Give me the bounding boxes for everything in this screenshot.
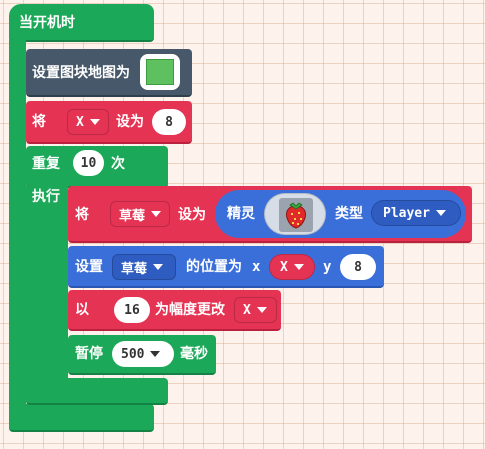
change-variable-block[interactable]: 以 16 为幅度更改 X [68, 290, 281, 331]
repeat-label: 重复 [32, 156, 60, 172]
pause-duration-dropdown[interactable]: 500 [112, 341, 174, 367]
strawberry-sprite-icon [286, 202, 306, 229]
sprite-variable-name: 草莓 [119, 208, 146, 224]
pause-duration-value: 500 [121, 346, 145, 362]
repeat-do-label: 执行 [32, 189, 60, 205]
sprite-label: 精灵 [227, 206, 255, 222]
repeat-suffix: 次 [111, 156, 125, 172]
set-variable-block[interactable]: 将 X 设为 8 [26, 101, 192, 144]
set-tilemap-label: 设置图块地图为 [32, 65, 130, 81]
workspace: 当开机时 设置图块地图为 将 X 设为 8 重复 10 次 执行 将 草莓 设为… [0, 0, 485, 449]
set-position-block[interactable]: 设置 草莓 的位置为 x X y 8 [68, 246, 384, 288]
set-variable-value[interactable]: 8 [152, 109, 186, 135]
set-sprite-prefix: 将 [75, 207, 89, 223]
chevron-down-icon [89, 119, 100, 125]
sprite-image-picker[interactable] [264, 193, 326, 235]
change-amount[interactable]: 16 [114, 297, 150, 323]
repeat-count[interactable]: 10 [73, 150, 104, 176]
tilemap-thumbnail[interactable] [140, 54, 180, 90]
pause-suffix: 毫秒 [180, 346, 208, 362]
change-variable-dropdown[interactable]: X [234, 297, 277, 323]
sprite-kind-label: 类型 [335, 206, 363, 222]
position-sprite-name: 草莓 [121, 261, 148, 277]
x-value: X [280, 259, 288, 275]
set-variable-prefix: 将 [32, 114, 46, 130]
y-value[interactable]: 8 [340, 254, 376, 280]
variable-dropdown[interactable]: X [67, 109, 109, 135]
variable-name: X [76, 114, 84, 130]
set-position-prefix: 设置 [75, 259, 103, 275]
change-variable-prefix: 以 [75, 302, 89, 318]
chevron-down-icon [151, 211, 162, 217]
sprite-kind-dropdown[interactable]: Player [371, 200, 461, 226]
y-label: y [323, 259, 332, 275]
chevron-down-icon [435, 210, 446, 216]
pause-prefix: 暂停 [75, 346, 103, 362]
on-start-label: 当开机时 [19, 15, 75, 31]
chevron-down-icon [153, 264, 164, 270]
tilemap-preview-icon [146, 59, 174, 85]
chevron-down-icon [256, 307, 267, 313]
set-sprite-mid: 设为 [178, 207, 206, 223]
set-variable-mid: 设为 [116, 114, 144, 130]
chevron-down-icon [150, 351, 161, 357]
chevron-down-icon [293, 264, 304, 270]
sprite-kind-value: Player [383, 205, 430, 221]
change-variable-mid: 为幅度更改 [155, 302, 225, 318]
x-value-dropdown[interactable]: X [269, 254, 315, 280]
set-tilemap-block[interactable]: 设置图块地图为 [26, 49, 192, 97]
set-position-mid: 的位置为 [186, 259, 242, 275]
sprite-variable-dropdown[interactable]: 草莓 [110, 201, 170, 227]
x-label: x [252, 259, 261, 275]
create-sprite-block[interactable]: 精灵 类型 Player [215, 190, 466, 238]
change-variable-name: X [243, 302, 251, 318]
position-sprite-dropdown[interactable]: 草莓 [112, 254, 176, 280]
set-sprite-block[interactable]: 将 草莓 设为 精灵 类型 Player [68, 186, 472, 243]
pause-block[interactable]: 暂停 500 毫秒 [68, 335, 216, 375]
